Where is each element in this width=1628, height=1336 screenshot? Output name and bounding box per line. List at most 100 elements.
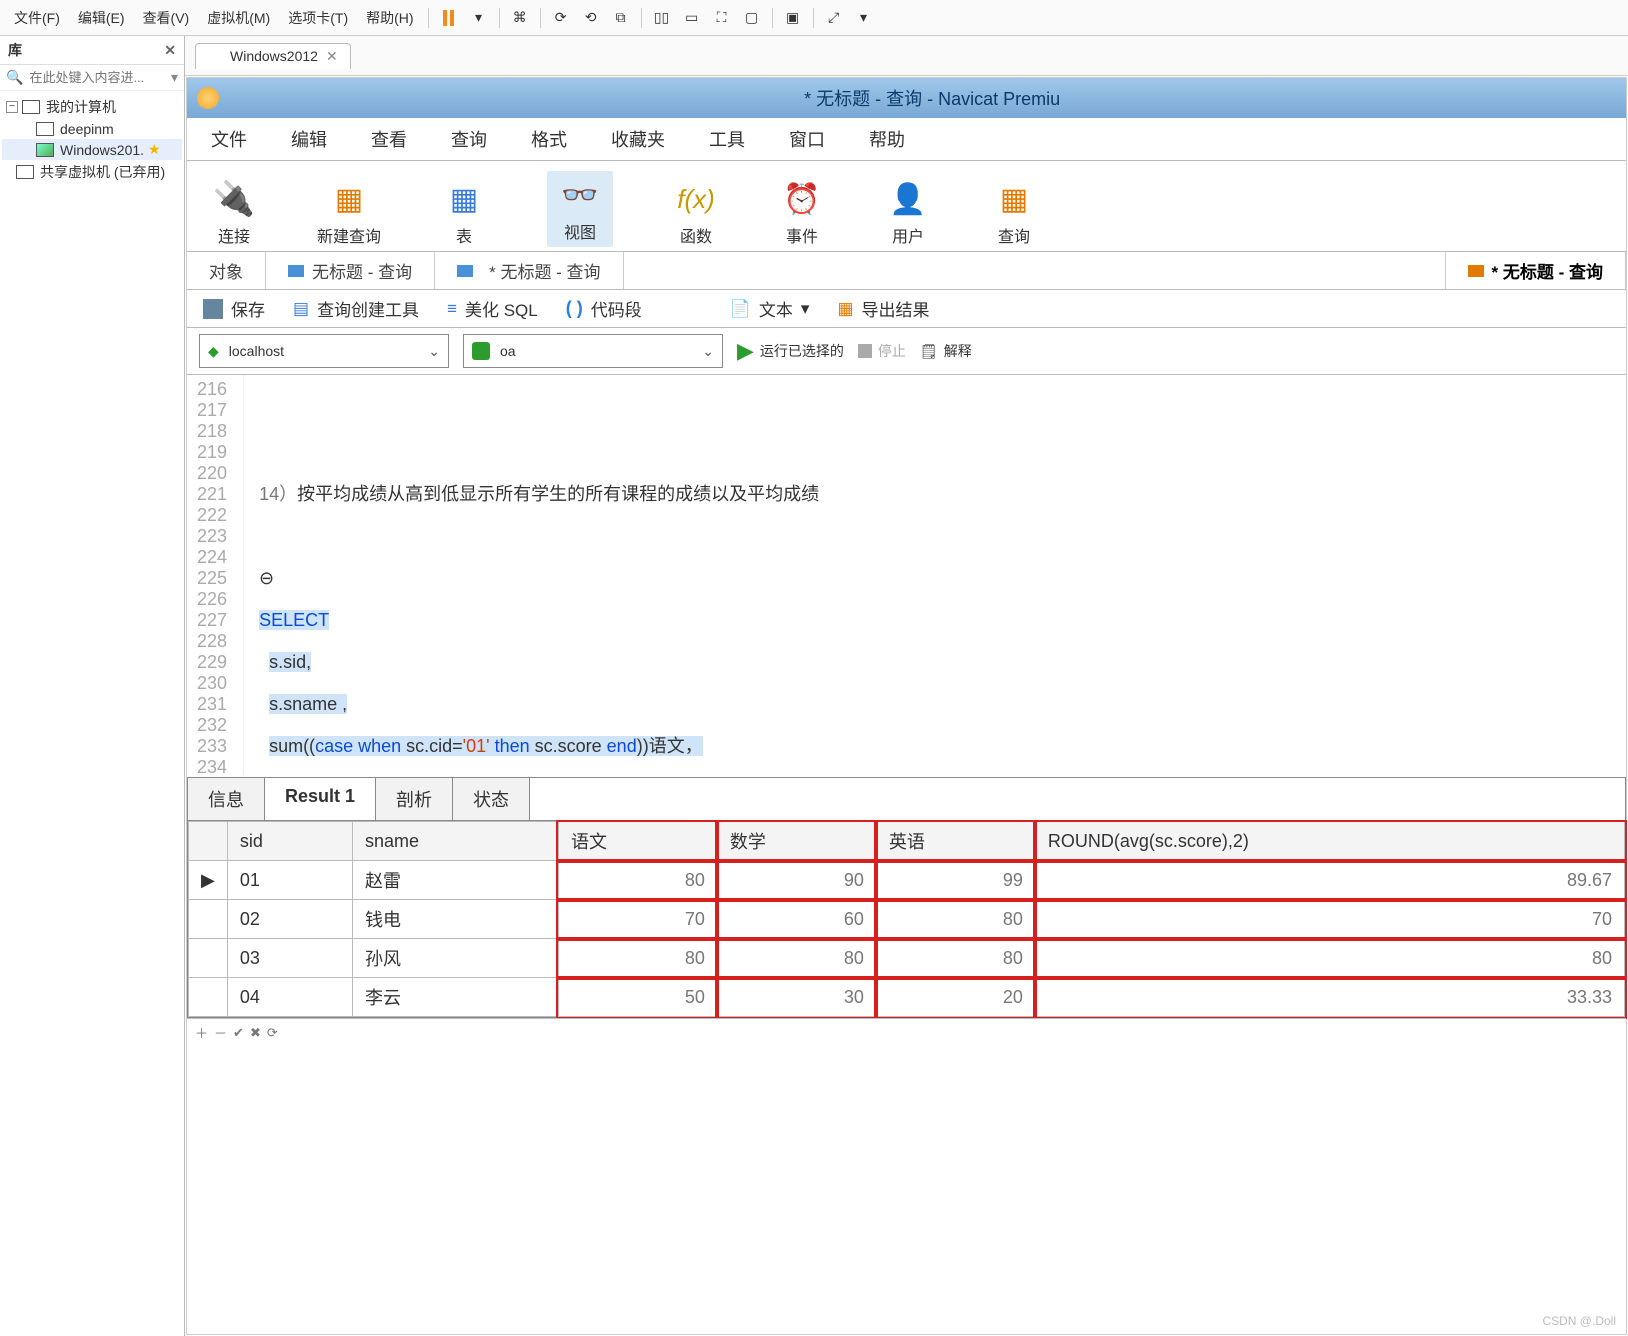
cell[interactable]: 50 <box>558 978 717 1017</box>
cell[interactable]: 60 <box>717 900 876 939</box>
cell[interactable]: 钱电 <box>352 900 558 939</box>
cell[interactable]: 70 <box>558 900 717 939</box>
cell[interactable]: 80 <box>876 939 1035 978</box>
host-select[interactable]: ◆ localhost ⌄ <box>199 334 449 368</box>
tool-query[interactable]: ▦查询 <box>991 179 1037 247</box>
cell[interactable]: 02 <box>227 900 352 939</box>
nav-menu-fav[interactable]: 收藏夹 <box>611 126 665 152</box>
menu-edit[interactable]: 编辑(E) <box>70 4 133 32</box>
result-grid[interactable]: sid sname 语文 数学 英语 ROUND(avg(sc.score),2… <box>187 820 1626 1018</box>
tree-node-deepinm[interactable]: deepinm <box>2 119 182 139</box>
cell[interactable]: 赵雷 <box>352 861 558 900</box>
table-row[interactable]: ▶ 01 赵雷 80 90 99 89.67 <box>189 861 1625 900</box>
code-area[interactable]: 14）按平均成绩从高到低显示所有学生的所有课程的成绩以及平均成绩 ⊖ SELEC… <box>244 375 829 775</box>
cell[interactable]: 80 <box>876 900 1035 939</box>
refresh-icon[interactable]: ⟳ <box>267 1025 278 1041</box>
cell[interactable]: 80 <box>558 939 717 978</box>
layout3-icon[interactable]: ⛶ <box>708 6 736 30</box>
layout4-icon[interactable]: ▢ <box>738 6 766 30</box>
tool-user[interactable]: 👤用户 <box>885 179 931 247</box>
cell[interactable]: 90 <box>717 861 876 900</box>
tool-event[interactable]: ⏰事件 <box>779 179 825 247</box>
run-button[interactable]: ▶运行已选择的 <box>737 338 844 364</box>
dropdown-icon[interactable]: ▾ <box>850 6 878 30</box>
tab-result-1[interactable]: Result 1 <box>265 778 376 820</box>
col-sid[interactable]: sid <box>227 822 352 861</box>
table-row[interactable]: 04 李云 50 30 20 33.33 <box>189 978 1625 1017</box>
tool-connection[interactable]: 🔌连接 <box>211 179 257 247</box>
menu-vm[interactable]: 虚拟机(M) <box>199 4 278 32</box>
menu-help[interactable]: 帮助(H) <box>358 4 421 32</box>
snapshot-mgr-icon[interactable]: ⧉ <box>607 6 635 30</box>
explain-button[interactable]: 🗒解释 <box>920 341 972 361</box>
table-row[interactable]: 02 钱电 70 60 80 70 <box>189 900 1625 939</box>
tool-table[interactable]: ▦表 <box>441 179 487 247</box>
close-icon[interactable]: ✕ <box>326 48 338 65</box>
cell[interactable]: 33.33 <box>1035 978 1624 1017</box>
tab-query-3[interactable]: * 无标题 - 查询 <box>1445 252 1626 289</box>
layout1-icon[interactable]: ▯▯ <box>648 6 676 30</box>
export-button[interactable]: ▦导出结果 <box>837 296 929 321</box>
tab-query-1[interactable]: 无标题 - 查询 <box>266 252 435 289</box>
collapse-icon[interactable]: − <box>6 101 18 113</box>
tree-node-windows2012[interactable]: Windows201. ★ <box>2 139 182 160</box>
menu-file[interactable]: 文件(F) <box>6 4 68 32</box>
cell[interactable]: 89.67 <box>1035 861 1624 900</box>
close-icon[interactable]: ✕ <box>164 42 176 59</box>
nav-menu-format[interactable]: 格式 <box>531 126 567 152</box>
tab-query-2[interactable]: * 无标题 - 查询 <box>435 252 623 289</box>
query-builder-button[interactable]: ▤查询创建工具 <box>293 296 419 321</box>
snapshot-revert-icon[interactable]: ⟲ <box>577 6 605 30</box>
snapshot-icon[interactable]: ⟳ <box>547 6 575 30</box>
table-row[interactable]: 03 孙风 80 80 80 80 <box>189 939 1625 978</box>
col-english[interactable]: 英语 <box>876 822 1035 861</box>
cell[interactable]: 80 <box>717 939 876 978</box>
nav-menu-file[interactable]: 文件 <box>211 126 247 152</box>
menu-view[interactable]: 查看(V) <box>135 4 198 32</box>
delete-row-icon[interactable]: － <box>214 1023 227 1042</box>
database-select[interactable]: oa ⌄ <box>463 334 723 368</box>
add-row-icon[interactable]: ＋ <box>195 1023 208 1042</box>
menu-tabs[interactable]: 选项卡(T) <box>280 4 356 32</box>
console-icon[interactable]: ▣ <box>779 6 807 30</box>
text-button[interactable]: 📄文本 ▾ <box>730 296 810 321</box>
nav-menu-help[interactable]: 帮助 <box>869 126 905 152</box>
nav-menu-query[interactable]: 查询 <box>451 126 487 152</box>
stop-button[interactable]: 停止 <box>858 341 906 361</box>
cell[interactable]: 03 <box>227 939 352 978</box>
cell[interactable]: 01 <box>227 861 352 900</box>
tool-new-query[interactable]: ▦新建查询 <box>317 179 381 247</box>
cell[interactable]: 李云 <box>352 978 558 1017</box>
nav-menu-window[interactable]: 窗口 <box>789 126 825 152</box>
cell[interactable]: 99 <box>876 861 1035 900</box>
send-keys-icon[interactable]: ⌘ <box>506 6 534 30</box>
nav-menu-edit[interactable]: 编辑 <box>291 126 327 152</box>
tree-node-root[interactable]: − 我的计算机 <box>2 95 182 119</box>
tab-info[interactable]: 信息 <box>188 778 265 820</box>
col-avg[interactable]: ROUND(avg(sc.score),2) <box>1035 822 1624 861</box>
apply-icon[interactable]: ✔ <box>233 1025 244 1041</box>
tab-status[interactable]: 状态 <box>453 778 530 820</box>
tab-profile[interactable]: 剖析 <box>376 778 453 820</box>
cell[interactable]: 80 <box>1035 939 1624 978</box>
nav-menu-view[interactable]: 查看 <box>371 126 407 152</box>
library-search[interactable]: 🔍 ▾ <box>0 65 184 91</box>
tool-view[interactable]: 👓视图 <box>547 171 613 247</box>
cell[interactable]: 30 <box>717 978 876 1017</box>
tool-function[interactable]: f(x)函数 <box>673 179 719 247</box>
cell[interactable]: 70 <box>1035 900 1624 939</box>
pause-icon[interactable] <box>435 6 463 30</box>
nav-menu-tools[interactable]: 工具 <box>709 126 745 152</box>
tree-node-shared[interactable]: 共享虚拟机 (已弃用) <box>2 160 182 184</box>
vm-tab-windows2012[interactable]: Windows2012 ✕ <box>195 43 351 69</box>
save-button[interactable]: 保存 <box>203 296 265 321</box>
dropdown-icon[interactable]: ▾ <box>171 69 178 86</box>
col-math[interactable]: 数学 <box>717 822 876 861</box>
cell[interactable]: 80 <box>558 861 717 900</box>
layout2-icon[interactable]: ▭ <box>678 6 706 30</box>
dropdown-icon[interactable]: ▾ <box>465 6 493 30</box>
search-input[interactable] <box>29 70 171 85</box>
cancel-icon[interactable]: ✖ <box>250 1025 261 1041</box>
col-sname[interactable]: sname <box>352 822 558 861</box>
col-chinese[interactable]: 语文 <box>558 822 717 861</box>
